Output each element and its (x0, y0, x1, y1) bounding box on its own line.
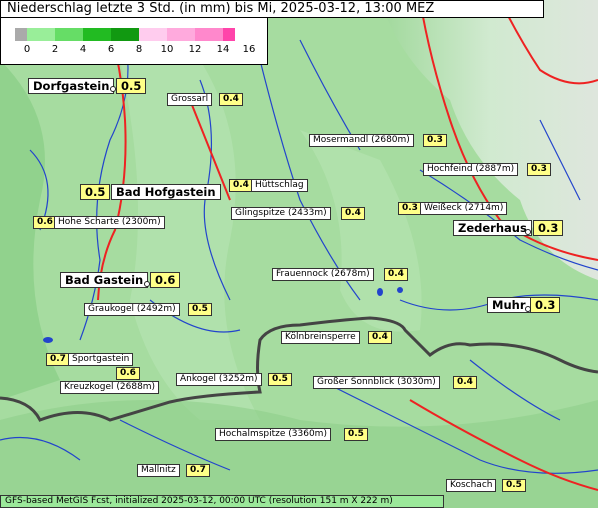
legend-tick-14: 14 (216, 44, 230, 55)
place-label: Bad Hofgastein (111, 184, 221, 200)
place-marker (144, 281, 150, 287)
place-value: 0.5 (116, 78, 147, 94)
place-value: 0.7 (46, 353, 70, 366)
place-value: 0.3 (423, 134, 447, 147)
legend-tick-12: 12 (188, 44, 202, 55)
place-value: 0.5 (188, 303, 212, 316)
place-marker (525, 229, 531, 235)
precipitation-legend: 0 2 4 6 8 10 12 14 16 (0, 17, 268, 65)
place-label: Koschach (446, 479, 497, 492)
legend-tick-0: 0 (23, 44, 31, 55)
place-marker (110, 86, 116, 92)
place-value: 0.5 (80, 184, 111, 200)
place-value: 0.4 (453, 376, 477, 389)
place-label: Kreuzkogel (2688m) (60, 381, 160, 394)
map-title: Niederschlag letzte 3 Std. (in mm) bis M… (0, 0, 544, 18)
place-value: 0.3 (398, 202, 422, 215)
legend-tick-16: 16 (242, 44, 256, 55)
legend-tick-10: 10 (160, 44, 174, 55)
place-label: Zederhaus (453, 220, 532, 236)
place-label: Graukogel (2492m) (84, 303, 180, 316)
place-label: Sportgastein (68, 353, 134, 366)
place-value: 0.4 (229, 179, 253, 192)
place-label: Hohe Scharte (2300m) (54, 216, 165, 229)
legend-segment-0 (15, 28, 27, 41)
legend-segment-4 (111, 28, 139, 41)
legend-tick-4: 4 (79, 44, 87, 55)
place-value: 0.5 (502, 479, 526, 492)
place-value: 0.3 (527, 163, 551, 176)
legend-segment-6 (167, 28, 195, 41)
place-label: Dorfgastein (28, 78, 115, 94)
legend-segment-1 (27, 28, 55, 41)
place-label: Hochalmspitze (3360m) (215, 428, 331, 441)
legend-tick-8: 8 (135, 44, 143, 55)
place-value: 0.4 (219, 93, 243, 106)
place-value: 0.6 (116, 367, 140, 380)
legend-color-bar (15, 28, 235, 41)
legend-segment-7 (195, 28, 223, 41)
place-value: 0.4 (341, 207, 365, 220)
place-label: Muhr (487, 297, 531, 313)
place-value: 0.7 (186, 464, 210, 477)
legend-tick-6: 6 (107, 44, 115, 55)
place-label: Grossarl (167, 93, 213, 106)
place-label: Mosermandl (2680m) (309, 134, 414, 147)
legend-segment-2 (55, 28, 83, 41)
place-label: Frauennock (2678m) (272, 268, 374, 281)
place-label: Ankogel (3252m) (176, 373, 262, 386)
place-value: 0.3 (533, 220, 564, 236)
place-label: Bad Gastein (60, 272, 149, 288)
place-value: 0.4 (368, 331, 392, 344)
place-label: Mallnitz (137, 464, 180, 477)
place-value: 0.5 (268, 373, 292, 386)
place-value: 0.5 (344, 428, 368, 441)
place-label: Weißeck (2714m) (420, 202, 508, 215)
place-marker (525, 306, 531, 312)
legend-segment-5 (139, 28, 167, 41)
forecast-footer: GFS-based MetGIS Fcst, initialized 2025-… (0, 495, 444, 508)
place-value: 0.3 (530, 297, 561, 313)
legend-segment-8 (223, 28, 235, 41)
legend-tick-2: 2 (51, 44, 59, 55)
place-label: Hüttschlag (251, 179, 308, 192)
place-label: Hochfeind (2887m) (423, 163, 519, 176)
place-label: Glingspitze (2433m) (231, 207, 331, 220)
place-label: Kölnbreinsperre (281, 331, 360, 344)
place-value: 0.6 (150, 272, 181, 288)
legend-segment-3 (83, 28, 111, 41)
place-label: Großer Sonnblick (3030m) (313, 376, 440, 389)
precipitation-map: Niederschlag letzte 3 Std. (in mm) bis M… (0, 0, 598, 508)
place-value: 0.4 (384, 268, 408, 281)
